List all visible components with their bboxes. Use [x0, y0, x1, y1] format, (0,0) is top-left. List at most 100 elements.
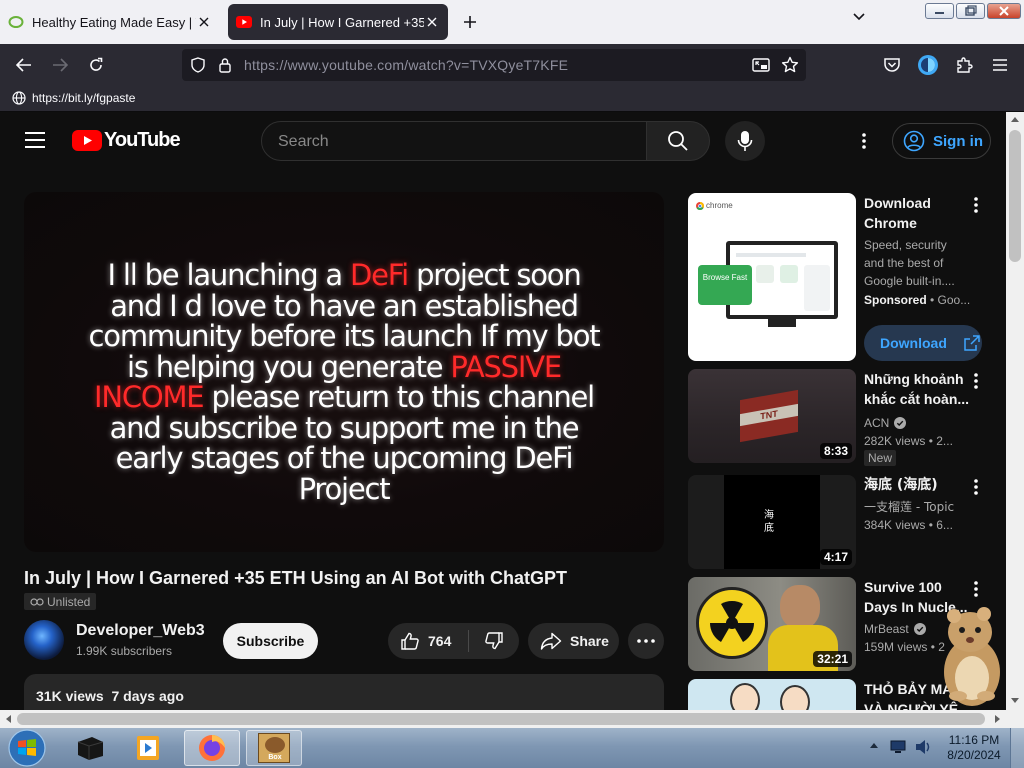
close-window-button[interactable]: [987, 3, 1021, 19]
back-arrow-icon[interactable]: [12, 53, 36, 77]
guide-menu-icon[interactable]: [24, 131, 46, 149]
system-clock[interactable]: 11:16 PM 8/20/2024: [944, 733, 1004, 763]
chrome-ad-label: chrome: [706, 201, 733, 210]
close-tab-icon[interactable]: [424, 14, 440, 30]
video-thumbnail-tnt[interactable]: TNT 8:33: [688, 369, 856, 463]
horizontal-scrollbar[interactable]: [0, 710, 1024, 728]
taskbar-hamster-game-icon[interactable]: Box: [246, 730, 302, 766]
start-button[interactable]: [6, 729, 48, 767]
reload-icon[interactable]: [84, 53, 108, 77]
sign-in-button[interactable]: Sign in: [892, 123, 991, 159]
bookmarks-toolbar: https://bit.ly/fgpaste: [0, 86, 1024, 112]
person-head: [780, 585, 820, 629]
settings-more-dots-icon[interactable]: [854, 130, 874, 152]
scroll-left-arrow-icon[interactable]: [5, 715, 11, 723]
ad-description-line: Speed, security: [864, 238, 947, 252]
download-label: Download: [880, 335, 947, 351]
more-actions-button[interactable]: [628, 623, 664, 659]
video-stats: 282K views • 2...: [864, 434, 953, 448]
address-bar[interactable]: https://www.youtube.com/watch?v=TVXQyeT7…: [182, 49, 806, 81]
forward-arrow-icon[interactable]: [48, 53, 72, 77]
channel-name[interactable]: Developer_Web3: [76, 622, 205, 640]
scroll-thumb[interactable]: [17, 713, 985, 725]
scroll-right-arrow-icon[interactable]: [995, 715, 1001, 723]
voice-search-button[interactable]: [725, 121, 765, 161]
youtube-favicon-icon: [236, 16, 252, 28]
video-thumbnail-haidi[interactable]: 海底 4:17: [688, 475, 856, 569]
taskbar-app-black-box-icon[interactable]: [62, 730, 118, 766]
search-button[interactable]: [646, 121, 710, 161]
taskbar-firefox-icon[interactable]: [184, 730, 240, 766]
show-desktop-button[interactable]: [1010, 728, 1024, 768]
taskbar-media-player-icon[interactable]: [120, 730, 176, 766]
item-more-dots-icon[interactable]: [966, 194, 986, 216]
channel-name[interactable]: 一支榴莲 - Topic: [864, 498, 954, 516]
item-more-dots-icon[interactable]: [966, 476, 986, 498]
subscribe-button[interactable]: Subscribe: [223, 623, 318, 659]
sponsored-line: Sponsored • Goo...: [864, 291, 970, 309]
game-box-art: Box: [258, 733, 290, 763]
firefox-account-avatar-icon[interactable]: [916, 53, 940, 77]
list-all-tabs-chevron-down-icon[interactable]: [852, 12, 876, 32]
item-more-dots-icon[interactable]: [966, 370, 986, 392]
sidebar-title-line[interactable]: Download: [864, 193, 974, 213]
screen-panel: [804, 265, 830, 311]
hamster-mascot[interactable]: [936, 600, 1006, 710]
share-arrow-icon: [540, 632, 562, 650]
share-button[interactable]: Share: [528, 623, 619, 659]
like-button[interactable]: 764: [388, 623, 468, 659]
volume-speaker-icon[interactable]: [914, 739, 932, 755]
vertical-scrollbar[interactable]: [1006, 112, 1024, 710]
sidebar-title-line[interactable]: khắc cắt hoàn...: [864, 389, 974, 409]
video-stats: 384K views • 6...: [864, 518, 953, 532]
close-tab-icon[interactable]: [196, 14, 212, 30]
video-thumbnail-mrbeast[interactable]: 32:21: [688, 577, 856, 671]
screen-bar: [736, 253, 806, 257]
new-badge: New: [864, 450, 897, 466]
sidebar-title-line[interactable]: Survive 100: [864, 577, 974, 597]
tab-youtube-video[interactable]: In July | How I Garnered +35 ETH: [228, 4, 448, 40]
restore-window-button[interactable]: [956, 3, 985, 19]
extensions-puzzle-icon[interactable]: [952, 53, 976, 77]
tnt-label: TNT: [740, 403, 798, 427]
youtube-wordmark: YouTube: [104, 129, 181, 151]
scroll-down-arrow-icon[interactable]: [1011, 698, 1019, 704]
description-box[interactable]: 31K views 7 days ago: [24, 674, 664, 710]
dislike-button[interactable]: [469, 623, 519, 659]
channel-avatar[interactable]: [24, 620, 64, 660]
minimize-window-button[interactable]: [925, 3, 954, 19]
channel-name[interactable]: MrBeast: [864, 620, 909, 638]
new-tab-button[interactable]: [458, 10, 482, 34]
url-text[interactable]: https://www.youtube.com/watch?v=TVXQyeT7…: [244, 57, 568, 73]
search-box[interactable]: Search: [261, 121, 647, 161]
picture-in-picture-icon[interactable]: [752, 57, 770, 73]
youtube-logo[interactable]: YouTube: [72, 129, 181, 152]
tab-healthy-eating[interactable]: Healthy Eating Made Easy | Wi: [0, 4, 220, 40]
sidebar-title-line[interactable]: Những khoảnh: [864, 369, 974, 389]
sidebar-title-line[interactable]: 海底 (海底): [864, 475, 974, 495]
channel-name[interactable]: ACN: [864, 414, 889, 432]
search-icon: [668, 131, 688, 151]
monitor-stand: [768, 319, 796, 327]
video-player[interactable]: I ll be launching a DeFi project soon an…: [24, 192, 664, 552]
sidebar-title-line[interactable]: Chrome: [864, 213, 974, 233]
bookmark-item-fgpaste[interactable]: https://bit.ly/fgpaste: [12, 91, 135, 105]
chrome-logo-icon: [696, 201, 704, 210]
bookmark-star-icon[interactable]: [781, 56, 799, 74]
channel-line: MrBeast: [864, 620, 926, 638]
scroll-up-arrow-icon[interactable]: [1011, 116, 1019, 122]
item-more-dots-icon[interactable]: [966, 578, 986, 600]
download-ad-button[interactable]: Download: [864, 325, 982, 361]
pocket-icon[interactable]: [880, 53, 904, 77]
network-monitor-icon[interactable]: [890, 740, 906, 754]
chrome-ad-thumbnail[interactable]: chrome Browse Fast: [688, 193, 856, 361]
show-hidden-icons-triangle-icon[interactable]: [870, 742, 878, 748]
menu-hamburger-icon[interactable]: [988, 53, 1012, 77]
video-duration: 4:17: [819, 549, 852, 565]
scroll-thumb[interactable]: [1009, 130, 1021, 262]
tracking-protection-shield-icon[interactable]: [190, 57, 206, 73]
unlisted-badge: Unlisted: [24, 593, 97, 610]
lock-icon[interactable]: [218, 57, 232, 73]
video-thumbnail-cartoon[interactable]: [688, 679, 856, 710]
video-stats: 159M views • 2: [864, 640, 945, 654]
